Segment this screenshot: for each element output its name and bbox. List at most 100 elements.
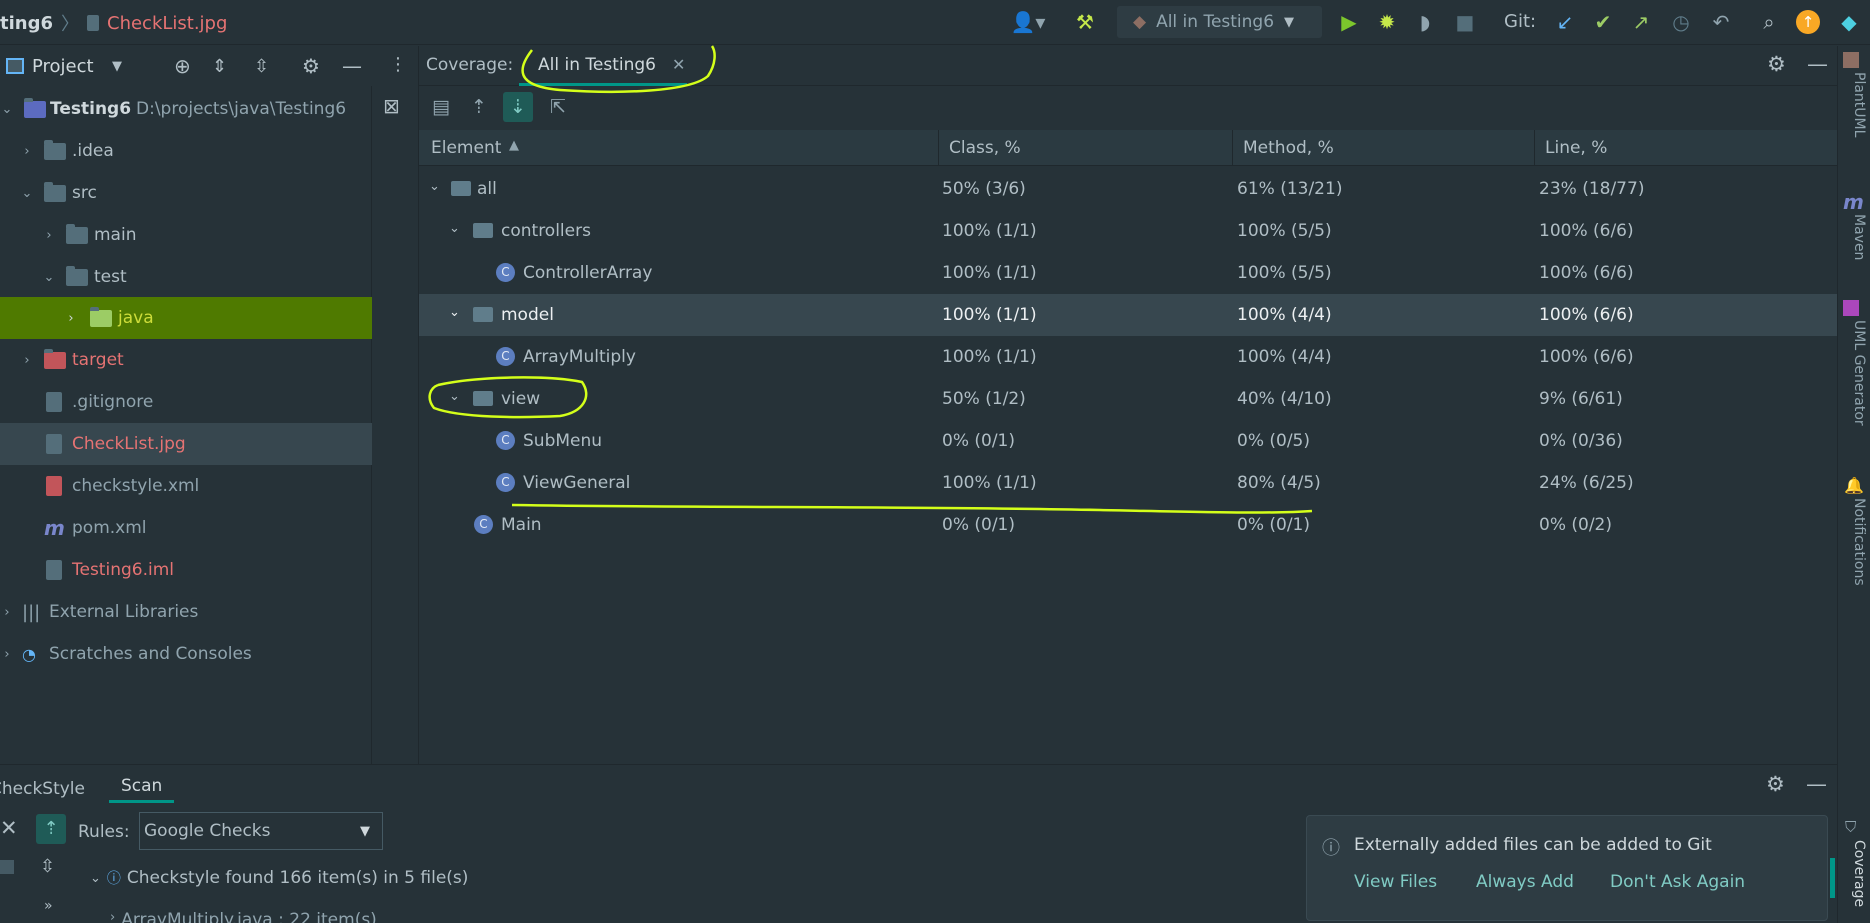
method-coverage: 100% (5/5)	[1237, 221, 1332, 241]
line-coverage: 24% (6/25)	[1539, 473, 1634, 493]
gear-icon[interactable]: ⚙	[1766, 772, 1785, 796]
main-class-icon: C	[474, 515, 493, 534]
expand-all-icon[interactable]: ⇕	[212, 56, 227, 77]
rollback-icon[interactable]: ↶	[1708, 9, 1734, 35]
git-update-icon[interactable]: ↙	[1552, 9, 1578, 35]
tree-item-java[interactable]: › java	[0, 297, 372, 339]
project-view-title[interactable]: Project	[32, 56, 94, 77]
table-row[interactable]: C SubMenu 0% (0/1) 0% (0/5) 0% (0/36)	[419, 420, 1837, 462]
excluded-folder-icon	[44, 348, 66, 369]
column-method[interactable]: Method, %	[1243, 138, 1334, 158]
element-name: model	[501, 305, 554, 325]
go-to-parent-icon[interactable]: ⇡	[464, 92, 494, 122]
xml-file-icon	[46, 476, 62, 496]
element-name: view	[501, 389, 541, 409]
close-icon[interactable]: ✕	[0, 816, 18, 840]
class-icon: C	[496, 347, 515, 366]
hide-panel-icon[interactable]: —	[342, 54, 362, 78]
tool-window-plantuml[interactable]: PlantUML	[1851, 72, 1867, 137]
tab-checkstyle[interactable]: CheckStyle	[0, 779, 85, 799]
expand-all-icon[interactable]: ⇳	[40, 856, 55, 877]
hide-panel-icon[interactable]: —	[1806, 772, 1827, 796]
project-panel-header: Project ▼ ⊕ ⇕ ⇳ ⚙ —	[0, 46, 372, 86]
build-hammer-icon[interactable]: ⚒	[1072, 9, 1098, 35]
gear-icon[interactable]: ⚙	[1767, 52, 1786, 76]
class-coverage: 100% (1/1)	[942, 347, 1037, 367]
tree-item-iml[interactable]: Testing6.iml	[0, 549, 372, 591]
export-coverage-icon[interactable]: ⇱	[543, 92, 573, 122]
breadcrumb-file[interactable]: CheckList.jpg	[107, 13, 227, 34]
flatten-packages-icon[interactable]: ▤	[426, 92, 456, 122]
search-icon[interactable]: ⌕	[1756, 9, 1782, 35]
table-row[interactable]: C ControllerArray 100% (1/1) 100% (5/5) …	[419, 252, 1837, 294]
gear-icon[interactable]: ⚙	[302, 54, 320, 78]
run-configuration-select[interactable]: ◆ All in Testing6 ▼	[1117, 6, 1322, 38]
stop-icon[interactable]: ■	[1452, 9, 1478, 35]
table-row[interactable]: ⌄ model 100% (1/1) 100% (4/4) 100% (6/6)	[419, 294, 1837, 336]
checkstyle-file-row[interactable]: › ArrayMultiply.java : 22 item(s)	[110, 910, 377, 923]
locate-icon[interactable]: ⊕	[174, 54, 191, 78]
tree-item-checkstyle[interactable]: checkstyle.xml	[0, 465, 372, 507]
git-push-icon[interactable]: ↗	[1628, 9, 1654, 35]
stop-icon[interactable]	[0, 860, 14, 874]
tab-all-in-testing6[interactable]: All in Testing6 ✕	[519, 46, 687, 86]
tool-window-uml-generator[interactable]: UML Generator	[1851, 320, 1867, 426]
run-icon[interactable]: ▶	[1336, 9, 1362, 35]
dont-ask-again-link[interactable]: Don't Ask Again	[1610, 872, 1745, 892]
tree-item-pom[interactable]: m pom.xml	[0, 507, 372, 549]
checkstyle-result[interactable]: ⌄ ⓘ Checkstyle found 166 item(s) in 5 fi…	[90, 868, 468, 888]
tree-item-src[interactable]: ⌄ src	[0, 172, 372, 214]
git-history-icon[interactable]: ◷	[1668, 9, 1694, 35]
table-row[interactable]: C Main 0% (0/1) 0% (0/1) 0% (0/2)	[419, 504, 1837, 546]
table-row[interactable]: ⌄ all 50% (3/6) 61% (13/21) 23% (18/77)	[419, 168, 1837, 210]
package-icon	[451, 181, 471, 196]
tree-item-scratches[interactable]: › ◔ Scratches and Consoles	[0, 633, 372, 675]
chevron-down-icon[interactable]: ▼	[112, 59, 122, 74]
tool-window-notifications[interactable]: Notifications	[1851, 498, 1867, 586]
column-element[interactable]: Element	[431, 138, 501, 158]
tree-item-label: Testing6.iml	[72, 560, 174, 580]
column-line[interactable]: Line, %	[1545, 138, 1607, 158]
ide-logo-icon[interactable]: ◆	[1836, 9, 1862, 35]
tree-item-idea[interactable]: › .idea	[0, 130, 372, 172]
tree-item-test[interactable]: ⌄ test	[0, 256, 372, 298]
tree-item-gitignore[interactable]: .gitignore	[0, 381, 372, 423]
close-tab-icon[interactable]: ✕	[672, 55, 685, 74]
rules-select[interactable]: Google Checks ▼	[139, 812, 383, 850]
tree-item-main[interactable]: › main	[0, 214, 372, 256]
ignore-file-icon	[46, 392, 62, 412]
debug-icon[interactable]: ✹	[1374, 9, 1400, 35]
table-row[interactable]: C ViewGeneral 100% (1/1) 80% (4/5) 24% (…	[419, 462, 1837, 504]
tree-item-external-libraries[interactable]: › ||| External Libraries	[0, 591, 372, 633]
tree-item-target[interactable]: › target	[0, 339, 372, 381]
table-row[interactable]: C ArrayMultiply 100% (1/1) 100% (4/4) 10…	[419, 336, 1837, 378]
tool-window-coverage[interactable]: Coverage	[1851, 840, 1867, 907]
update-available-icon[interactable]: ↑	[1796, 10, 1820, 34]
scroll-to-source-icon[interactable]: ⇡	[36, 814, 66, 844]
more-actions-icon[interactable]: »	[44, 898, 53, 914]
breadcrumb-project[interactable]: ting6	[0, 13, 53, 34]
autoscroll-to-source-icon[interactable]: ⇣	[503, 92, 533, 122]
tab-scan[interactable]: Scan	[109, 776, 175, 803]
close-coverage-icon[interactable]: ⊠	[383, 94, 400, 118]
bottom-tab-bar: CheckStyle Scan	[0, 772, 175, 806]
tool-window-maven[interactable]: Maven	[1851, 214, 1867, 260]
module-folder-icon	[24, 97, 46, 118]
git-commit-icon[interactable]: ✔	[1590, 9, 1616, 35]
collapse-all-icon[interactable]: ⇳	[254, 56, 269, 77]
line-coverage: 0% (0/36)	[1539, 431, 1623, 451]
column-class[interactable]: Class, %	[949, 138, 1021, 158]
always-add-link[interactable]: Always Add	[1476, 872, 1574, 892]
hide-panel-icon[interactable]: —	[1807, 52, 1828, 76]
tree-item-checklist[interactable]: CheckList.jpg	[0, 423, 372, 465]
tree-item-testing6[interactable]: ⌄ Testing6 D:\projects\java\Testing6	[0, 88, 372, 130]
table-row[interactable]: ⌄ view 50% (1/2) 40% (4/10) 9% (6/61)	[419, 378, 1837, 420]
table-row[interactable]: ⌄ controllers 100% (1/1) 100% (5/5) 100%…	[419, 210, 1837, 252]
user-account-icon[interactable]: 👤▾	[1010, 9, 1046, 35]
more-options-icon[interactable]: ⋮	[389, 54, 407, 75]
image-file-icon	[87, 15, 99, 31]
view-files-link[interactable]: View Files	[1354, 872, 1437, 892]
chevron-right-icon: ›	[4, 604, 10, 620]
sort-ascending-icon: ▲	[509, 138, 519, 153]
run-with-coverage-icon[interactable]: ◗	[1412, 9, 1438, 35]
